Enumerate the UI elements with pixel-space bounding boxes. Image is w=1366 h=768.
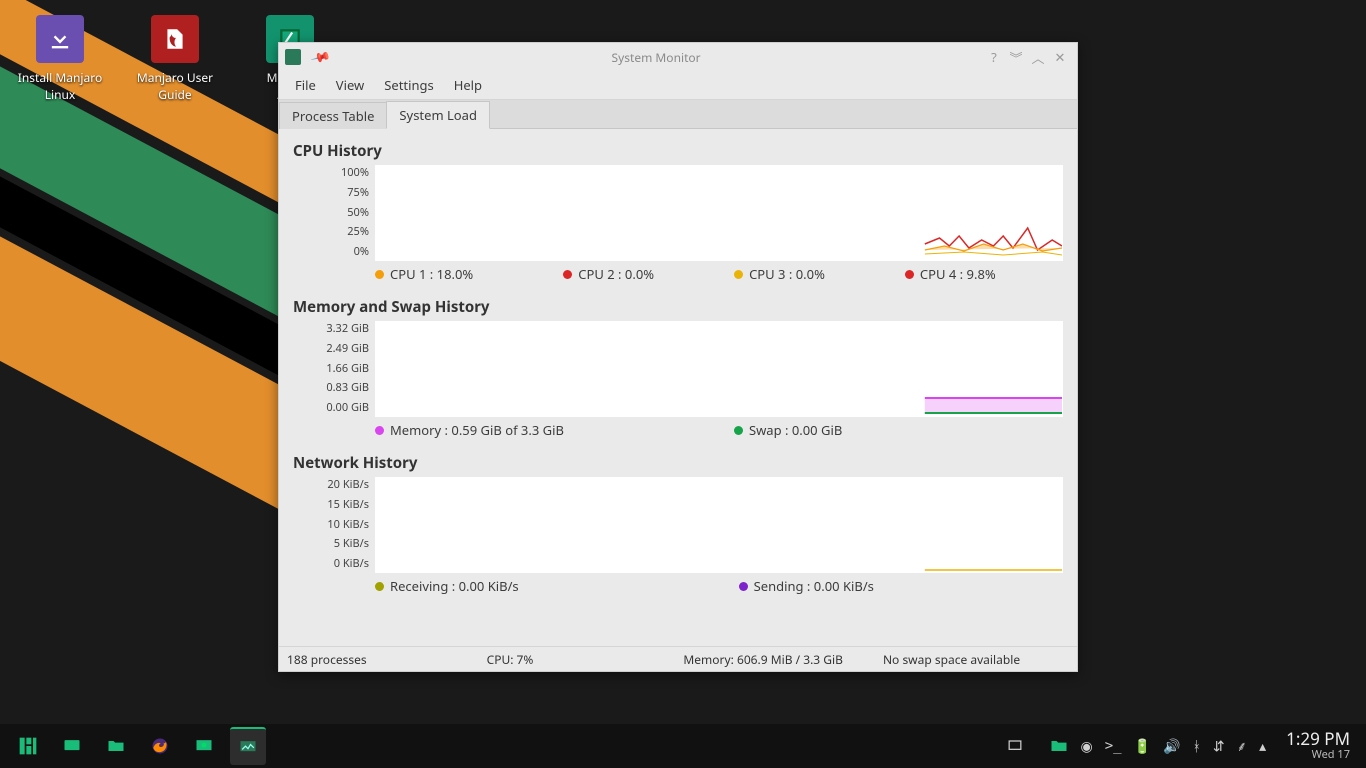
system-monitor-window: 📌 System Monitor ? ︾ ︿ ✕ File View Setti…: [278, 42, 1078, 672]
desktop-icon-manjaro-user-guide[interactable]: Manjaro User Guide: [125, 15, 225, 103]
cpu4-color-icon: [905, 270, 914, 279]
taskbar-show-desktop-right[interactable]: [997, 728, 1033, 764]
minimize-button[interactable]: ︾: [1005, 48, 1027, 67]
cpu-history-chart: [375, 165, 1063, 261]
menu-view[interactable]: View: [326, 76, 374, 94]
cpu-legend: CPU 1 : 18.0% CPU 2 : 0.0% CPU 3 : 0.0% …: [375, 265, 1063, 283]
cpu-y-axis: 100%75%50%25%0%: [293, 165, 375, 259]
statusbar: 188 processes CPU: 7% Memory: 606.9 MiB …: [279, 646, 1077, 671]
bluetooth-icon[interactable]: ᚼ: [1192, 737, 1200, 756]
network-history-title: Network History: [293, 453, 1063, 473]
tray-expand-icon[interactable]: ▴: [1259, 737, 1266, 756]
receiving-color-icon: [375, 582, 384, 591]
updates-icon[interactable]: ◉: [1081, 737, 1093, 756]
taskbar-system-monitor[interactable]: [230, 727, 266, 765]
status-cpu: CPU: 7%: [487, 651, 534, 668]
sending-label: Sending : 0.00 KiB/s: [754, 577, 874, 595]
memory-history-title: Memory and Swap History: [293, 297, 1063, 317]
cpu4-label: CPU 4 : 9.8%: [920, 265, 996, 283]
pdf-icon: [151, 15, 199, 63]
memory-color-icon: [375, 426, 384, 435]
app-icon: [285, 49, 301, 65]
tab-process-table[interactable]: Process Table: [279, 102, 387, 129]
menu-help[interactable]: Help: [444, 76, 492, 94]
taskbar-folder-tray[interactable]: [1041, 728, 1077, 764]
taskbar: ◉ >_ 🔋 🔊 ᚼ ⇵ ⸙ ▴ 1:29 PM Wed 17: [0, 724, 1366, 768]
close-button[interactable]: ✕: [1049, 48, 1071, 66]
cpu3-color-icon: [734, 270, 743, 279]
taskbar-file-manager[interactable]: [98, 728, 134, 764]
cpu-history-title: CPU History: [293, 141, 1063, 161]
network-history-chart: [375, 477, 1063, 573]
status-memory: Memory: 606.9 MiB / 3.3 GiB: [683, 651, 843, 668]
show-desktop-button[interactable]: [54, 728, 90, 764]
network-y-axis: 20 KiB/s15 KiB/s10 KiB/s5 KiB/s0 KiB/s: [293, 477, 375, 571]
volume-icon[interactable]: 🔊: [1163, 737, 1180, 756]
receiving-label: Receiving : 0.00 KiB/s: [390, 577, 519, 595]
desktop-icon-install-manjaro[interactable]: Install Manjaro Linux: [10, 15, 110, 103]
cpu2-color-icon: [563, 270, 572, 279]
swap-color-icon: [734, 426, 743, 435]
network-legend: Receiving : 0.00 KiB/s Sending : 0.00 Ki…: [375, 577, 1063, 595]
maximize-button[interactable]: ︿: [1027, 48, 1049, 67]
terminal-tray-icon[interactable]: >_: [1105, 738, 1122, 754]
desktop-icon-label: Manjaro User Guide: [137, 69, 213, 103]
tabbar: Process Table System Load: [279, 100, 1077, 129]
content-area: CPU History 100%75%50%25%0% CPU 1 : 18.0…: [279, 129, 1077, 646]
memory-legend: Memory : 0.59 GiB of 3.3 GiB Swap : 0.00…: [375, 421, 1063, 439]
status-swap: No swap space available: [883, 651, 1020, 668]
battery-icon[interactable]: 🔋: [1134, 737, 1151, 756]
help-button[interactable]: ?: [983, 48, 1005, 66]
tab-system-load[interactable]: System Load: [386, 101, 490, 129]
cpu1-color-icon: [375, 270, 384, 279]
clock-time: 1:29 PM: [1286, 730, 1350, 747]
menubar: File View Settings Help: [279, 71, 1077, 100]
menu-settings[interactable]: Settings: [374, 76, 443, 94]
memory-history-chart: [375, 321, 1063, 417]
menu-file[interactable]: File: [285, 76, 326, 94]
memory-y-axis: 3.32 GiB2.49 GiB1.66 GiB0.83 GiB0.00 GiB: [293, 321, 375, 415]
cpu2-label: CPU 2 : 0.0%: [578, 265, 654, 283]
memory-label: Memory : 0.59 GiB of 3.3 GiB: [390, 421, 564, 439]
taskbar-settings[interactable]: [186, 728, 222, 764]
system-tray: ◉ >_ 🔋 🔊 ᚼ ⇵ ⸙ ▴: [1081, 737, 1277, 756]
start-menu-button[interactable]: [10, 728, 46, 764]
desktop-icon-label: Install Manjaro Linux: [18, 69, 102, 103]
taskbar-firefox[interactable]: [142, 728, 178, 764]
status-processes: 188 processes: [287, 651, 367, 668]
wifi-icon[interactable]: ⸙: [1237, 737, 1248, 756]
taskbar-clock[interactable]: 1:29 PM Wed 17: [1276, 730, 1360, 762]
swap-label: Swap : 0.00 GiB: [749, 421, 842, 439]
cpu3-label: CPU 3 : 0.0%: [749, 265, 825, 283]
cpu1-label: CPU 1 : 18.0%: [390, 265, 473, 283]
usb-icon[interactable]: ⇵: [1213, 737, 1225, 756]
sending-color-icon: [739, 582, 748, 591]
download-icon: [36, 15, 84, 63]
window-title: System Monitor: [329, 49, 983, 66]
titlebar[interactable]: 📌 System Monitor ? ︾ ︿ ✕: [279, 43, 1077, 71]
